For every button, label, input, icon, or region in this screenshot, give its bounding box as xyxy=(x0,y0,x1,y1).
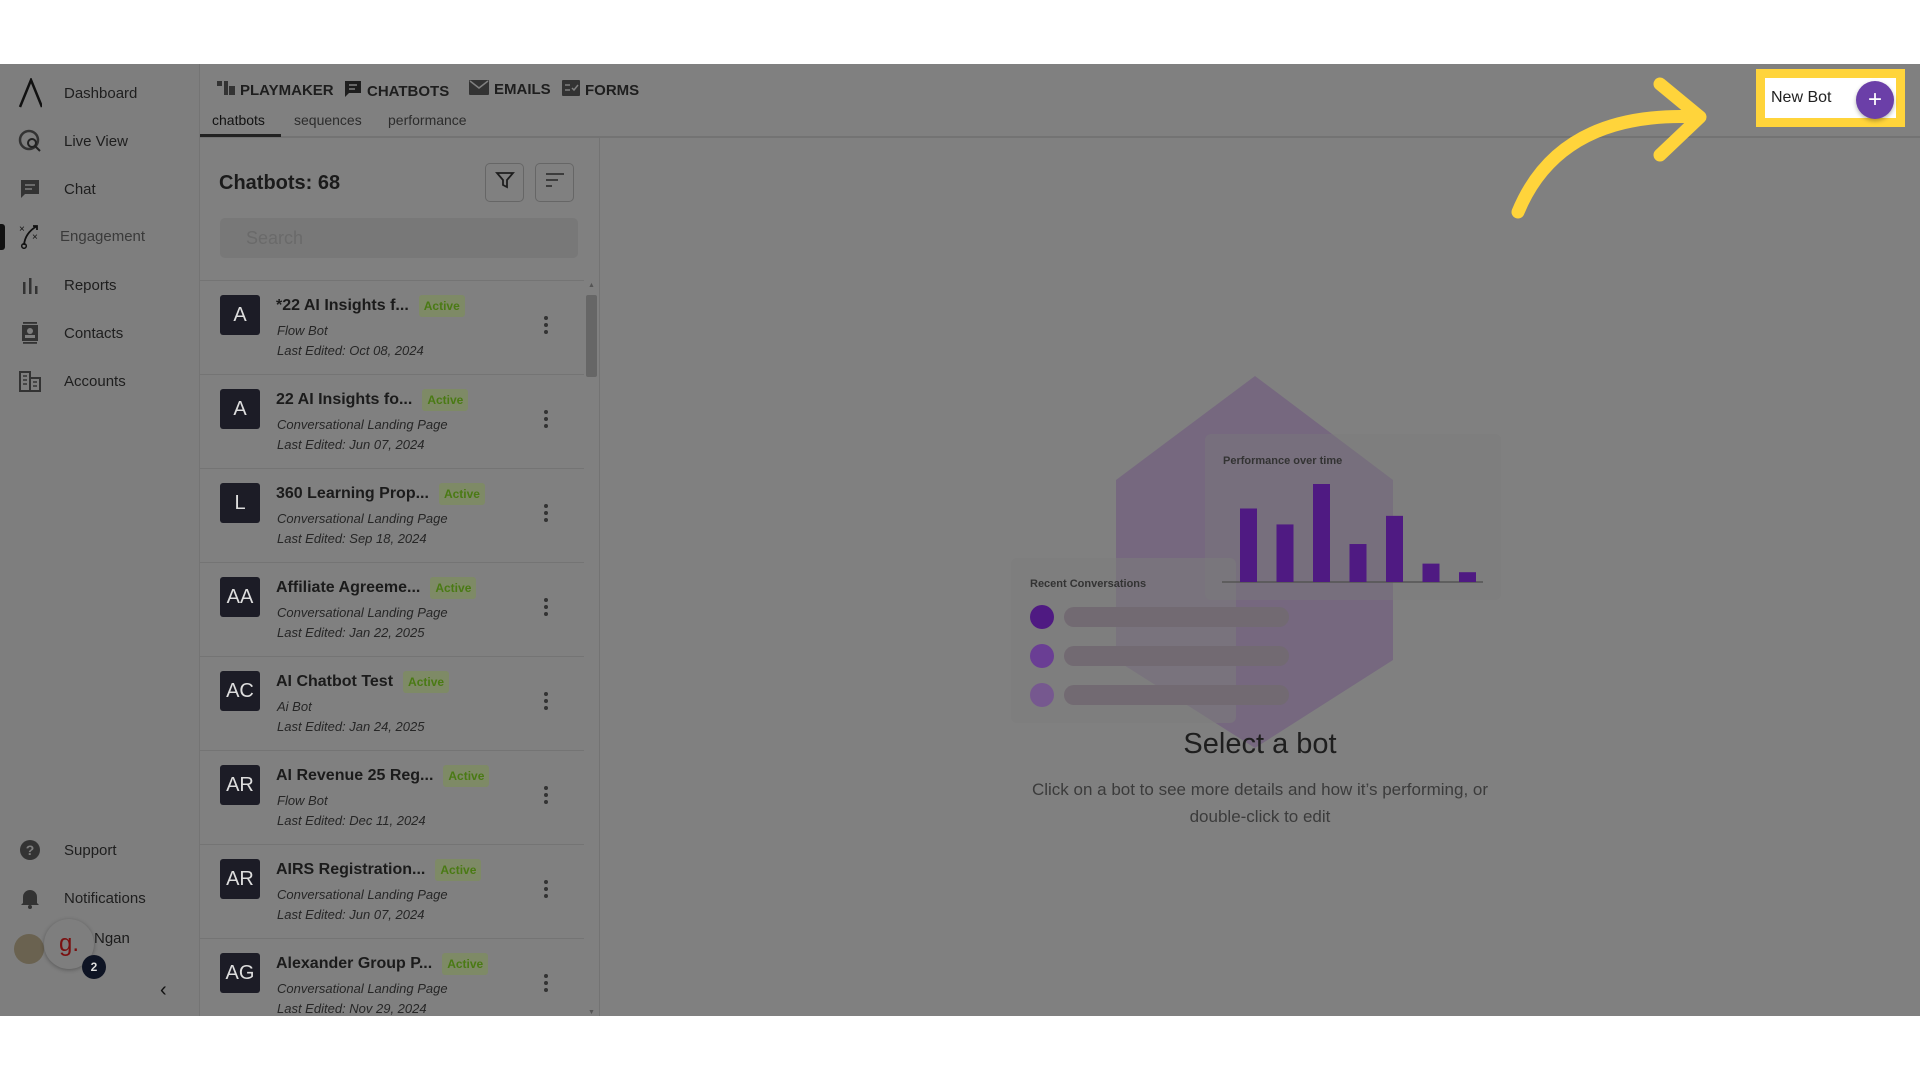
annotation-arrow xyxy=(1511,77,1707,219)
